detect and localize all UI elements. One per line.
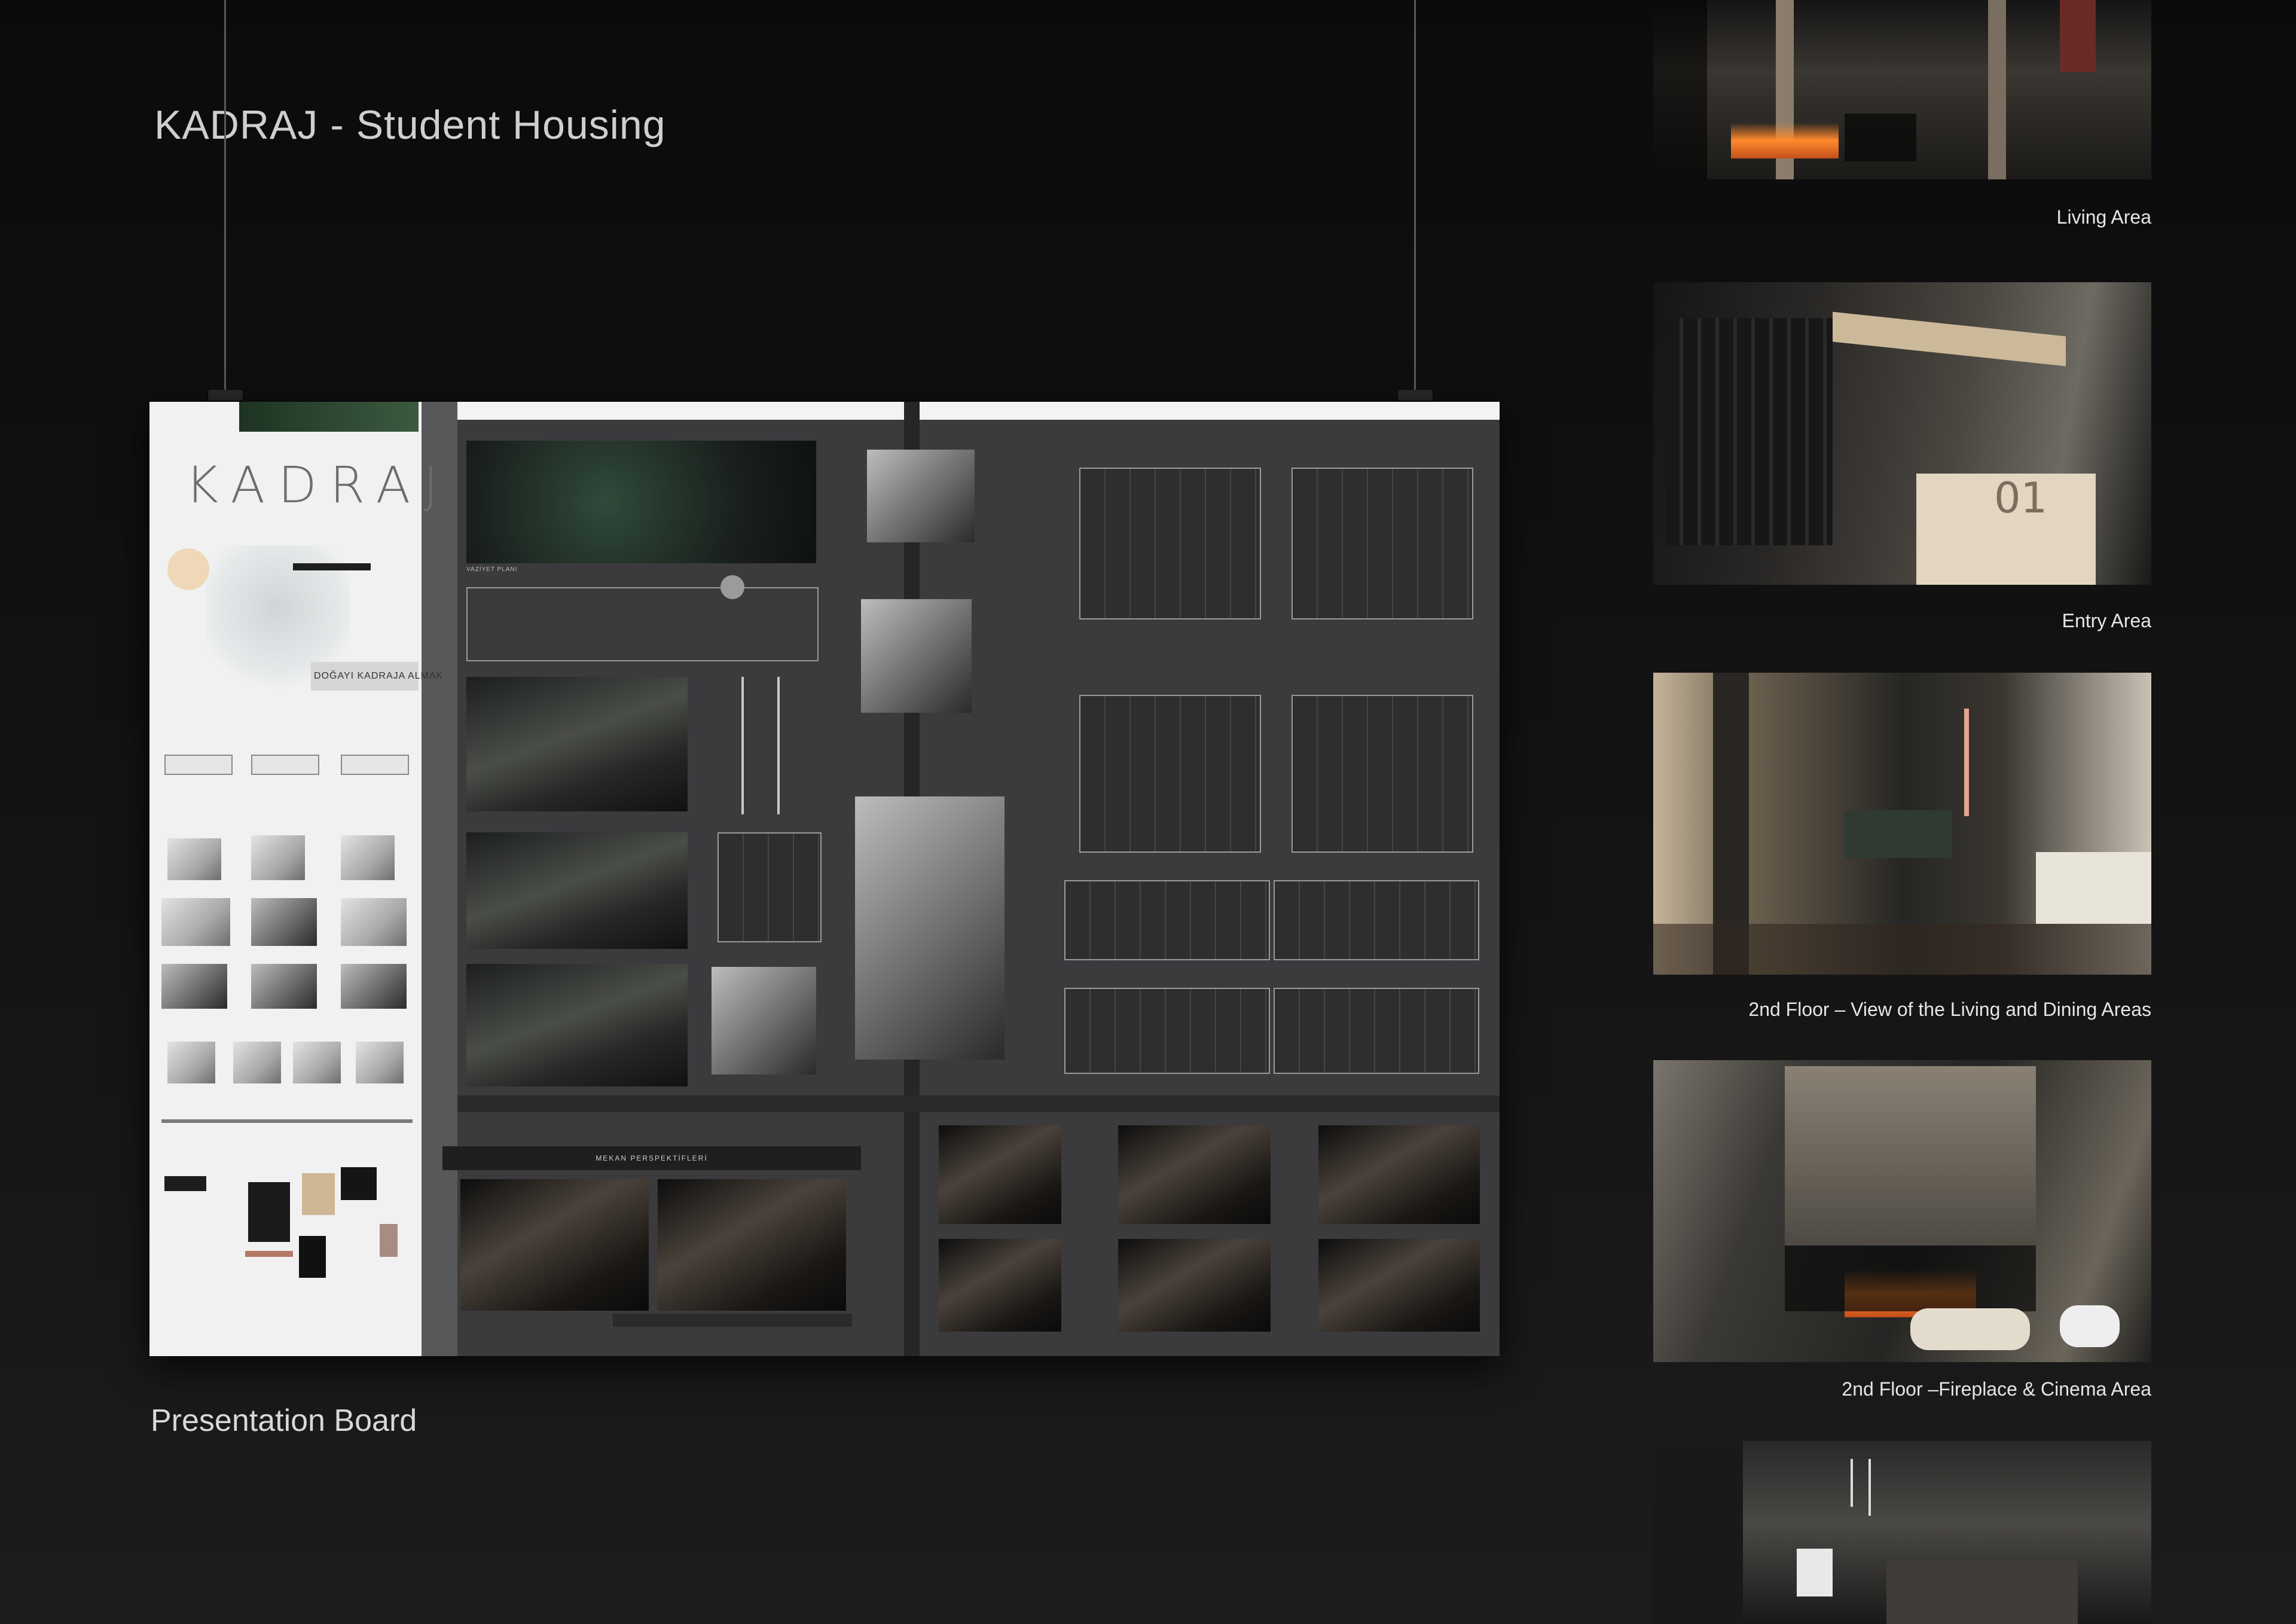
mass-iso-model <box>293 1042 341 1083</box>
poster-clip-right <box>1398 390 1433 401</box>
elevation-view[interactable] <box>1274 880 1479 960</box>
second-floor-living-dining-caption: 2nd Floor – View of the Living and Dinin… <box>1748 999 2151 1020</box>
figure-silhouette <box>2060 0 2096 72</box>
entry-area-caption: Entry Area <box>2062 610 2151 631</box>
forest-strip-image <box>239 402 419 432</box>
mass-iso-model <box>251 964 317 1009</box>
concept-sketch <box>341 755 409 775</box>
mass-iso-model <box>167 1042 215 1083</box>
courtyard-render-image-2[interactable] <box>466 964 688 1086</box>
sun-circle <box>167 548 209 590</box>
upper-floor-plan[interactable] <box>1292 695 1473 853</box>
interior-render-thumb[interactable] <box>1318 1125 1480 1224</box>
ground-floor-furnished-plan[interactable] <box>1079 468 1261 619</box>
mass-iso-model <box>341 898 407 946</box>
poster-motto: DOĞAYI KADRAJA ALMAK <box>314 671 444 681</box>
aerial-render-image[interactable] <box>466 677 688 811</box>
second-floor-fireplace-cinema-image[interactable] <box>1653 1060 2151 1362</box>
furniture-swatch <box>164 1176 206 1191</box>
page-title: KADRAJ - Student Housing <box>154 102 666 148</box>
interiors-section-label: MEKAN PERSPEKTİFLERİ <box>442 1146 861 1170</box>
second-floor-living-dining-image[interactable] <box>1653 673 2151 975</box>
motto-bar <box>293 563 371 570</box>
stair-area-render[interactable] <box>460 1179 649 1311</box>
mass-iso-model <box>356 1042 404 1083</box>
section-bb[interactable] <box>1064 988 1270 1074</box>
site-plan-image[interactable] <box>466 441 816 563</box>
section-rule <box>161 1119 413 1123</box>
color-swatch <box>380 1224 398 1257</box>
mass-iso-model <box>341 835 395 880</box>
courtyard-render-image[interactable] <box>466 832 688 949</box>
unit-number: 01 <box>1994 474 2048 523</box>
mass-iso-model <box>251 898 317 946</box>
poster-logo: KADRAJ <box>185 456 451 514</box>
presentation-board[interactable]: KADRAJ DOĞAYI KADRAJA ALMAK VAZİYET PLAN… <box>149 402 1500 1356</box>
exploded-axonometric[interactable] <box>855 796 1004 1060</box>
mass-iso-model <box>251 835 305 880</box>
bedroom-image[interactable] <box>1653 1441 2151 1624</box>
projection-screen <box>1785 1066 2036 1246</box>
pendant-light <box>1868 1459 1871 1516</box>
chair-swatch <box>341 1167 377 1200</box>
mass-iso-model <box>167 838 221 880</box>
system-section <box>718 832 822 942</box>
second-floor-fireplace-caption: 2nd Floor –Fireplace & Cinema Area <box>1842 1378 2151 1400</box>
interior-render-thumb[interactable] <box>1118 1239 1271 1332</box>
fridge-swatch <box>248 1182 290 1242</box>
poster-clip-left <box>208 390 243 401</box>
mass-iso-model <box>161 964 227 1009</box>
axonometric-perspective-2[interactable] <box>861 599 972 713</box>
poster-gray-strip <box>422 402 457 1356</box>
axonometric-perspective-1[interactable] <box>867 450 975 542</box>
wood-swatch <box>302 1173 335 1215</box>
mass-iso-model <box>161 898 230 946</box>
poster-top-bar <box>457 402 1500 420</box>
section-aa[interactable] <box>1064 880 1270 960</box>
caption-bar <box>613 1314 852 1327</box>
presentation-board-caption: Presentation Board <box>151 1403 417 1438</box>
copper-swatch <box>245 1251 293 1257</box>
mass-iso-model <box>341 964 407 1009</box>
mass-iso-model <box>233 1042 281 1083</box>
hanging-wire-left <box>224 0 226 396</box>
interior-render-thumb[interactable] <box>1118 1125 1271 1224</box>
side-elevation[interactable] <box>1274 988 1479 1074</box>
people-figures <box>723 677 813 814</box>
living-area-caption: Living Area <box>2056 206 2151 228</box>
concept-sketch <box>251 755 319 775</box>
north-circle <box>720 575 744 599</box>
terrain-section <box>466 587 819 661</box>
ground-floor-plan[interactable] <box>1292 468 1473 619</box>
copper-light <box>1964 709 1969 816</box>
window-view <box>1845 810 1952 858</box>
living-area-image[interactable] <box>1653 0 2151 179</box>
interior-render-thumb[interactable] <box>939 1239 1061 1332</box>
hanging-wire-right <box>1414 0 1416 396</box>
poster-horizontal-divider <box>457 1095 1500 1112</box>
entry-area-image[interactable]: 01 <box>1653 282 2151 585</box>
concept-sketch <box>164 755 233 775</box>
entry-area-render[interactable] <box>658 1179 846 1311</box>
upper-floor-furnished-plan[interactable] <box>1079 695 1261 853</box>
interior-render-thumb[interactable] <box>1318 1239 1480 1332</box>
interior-render-thumb[interactable] <box>939 1125 1061 1224</box>
joint-detail <box>712 967 816 1074</box>
oven-swatch <box>299 1236 326 1278</box>
pendant-light <box>1851 1459 1853 1507</box>
